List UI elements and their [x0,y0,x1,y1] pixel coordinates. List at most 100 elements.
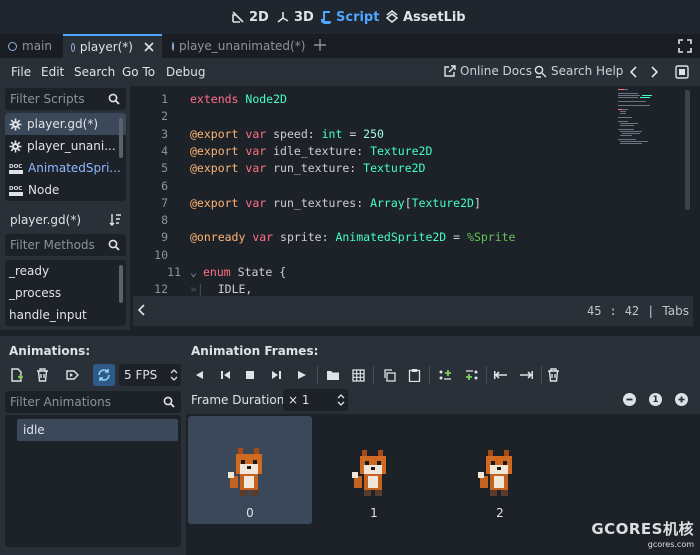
script-list-panel: Filter Scripts player.gd(*) player_unani… [0,86,130,330]
fps-spinbox[interactable]: 5 FPS [119,364,181,386]
filter-animations-placeholder: Filter Animations [10,395,111,409]
script-list-scrollbar[interactable] [119,118,123,158]
gear-icon [9,140,22,153]
workspace-2d-button[interactable]: 2D [231,7,269,27]
animation-item-idle[interactable]: idle [17,419,178,441]
add-tab-icon[interactable] [313,38,327,52]
online-docs-label: Online Docs [460,64,532,78]
menu-debug[interactable]: Debug [166,65,205,79]
workspace-3d-button[interactable]: 3D [276,7,314,27]
history-back-icon[interactable] [630,66,638,78]
spin-arrows-icon [170,368,178,382]
zoom-out-icon[interactable] [623,393,636,406]
code-line: 6 [133,179,613,196]
copy-frame-icon[interactable] [380,366,398,384]
filter-methods-placeholder: Filter Methods [10,238,95,252]
code-minimap[interactable] [616,86,686,166]
online-docs-button[interactable]: Online Docs [443,64,532,78]
filter-methods-input[interactable]: Filter Methods [5,234,126,256]
search-icon [108,93,120,105]
autoplay-icon[interactable] [63,366,81,384]
close-icon[interactable] [144,42,154,52]
delete-frame-icon[interactable] [544,366,562,384]
script-item-label: AnimatedSpri... [28,161,121,175]
tab-player[interactable]: player(*) [63,34,162,58]
2d-icon [231,10,245,24]
code-line: 2 [133,109,613,126]
move-frame-right-icon[interactable] [517,366,535,384]
script-item-animatedsprite[interactable]: DOC AnimatedSpri... [5,157,126,179]
code-line: 1 extends Node2D [133,92,613,109]
method-list-scrollbar[interactable] [119,265,123,303]
toolbar-divider [429,366,430,384]
insert-frame-before-icon[interactable] [436,366,454,384]
frame-duration-value: × 1 [288,393,310,407]
workspace-script-button[interactable]: Script [320,7,379,27]
zoom-in-icon[interactable] [675,393,688,406]
zoom-reset-button[interactable]: 1 [649,393,662,406]
filter-animations-input[interactable]: Filter Animations [5,391,181,413]
tab-main[interactable]: main [0,34,63,58]
doc-icon: DOC [9,162,23,175]
toolbar-divider [317,366,318,384]
stop-icon[interactable] [241,366,259,384]
menu-edit[interactable]: Edit [41,65,64,79]
line-number: 5 [161,161,168,176]
script-list: player.gd(*) player_unani... DOC Animate… [5,113,126,201]
code-line: 12 »| IDLE, [133,282,613,296]
tab-player-label: player(*) [79,40,133,54]
script-item-node[interactable]: DOC Node [5,179,126,201]
play-icon[interactable] [293,366,311,384]
code-editor[interactable]: 1 extends Node2D 2 3 @export var speed: in… [133,86,693,296]
search-help-button[interactable]: Search Help [534,64,623,78]
script-circle-icon [172,41,174,51]
delete-animation-icon[interactable] [33,366,51,384]
play-from-start-icon[interactable] [267,366,285,384]
add-animation-icon[interactable] [8,366,26,384]
fold-arrow-icon[interactable]: ⌄ [190,265,203,279]
sort-icon[interactable] [109,213,122,226]
float-window-icon[interactable] [675,65,689,79]
editor-scrollbar[interactable] [685,90,690,210]
tab-playe-unanimated[interactable]: playe_unanimated(*) [164,34,305,58]
workspace-2d-label: 2D [249,9,269,25]
toolbar-divider [486,366,487,384]
line-number: 1 [161,92,168,106]
script-item-player[interactable]: player.gd(*) [5,113,126,135]
toggle-panel-icon[interactable] [138,304,146,316]
method-item[interactable]: _process [5,282,126,304]
editor-status-bar: 45 : 42 | Tabs [133,296,693,326]
menu-search[interactable]: Search [74,65,115,79]
current-script-name: player.gd(*) [5,209,100,231]
history-forward-icon[interactable] [650,66,658,78]
search-help-label: Search Help [551,64,624,78]
load-frames-folder-icon[interactable] [324,366,342,384]
menu-goto[interactable]: Go To [122,65,155,79]
cursor-line: 45 [587,304,602,318]
watermark-url: gcores.com [647,540,694,549]
line-number: 2 [161,109,168,124]
code-line: 11 ⌄ enum State { [133,265,613,282]
play-backwards-from-end-icon[interactable] [216,366,234,384]
workspace-assetlib-button[interactable]: AssetLib [385,7,466,27]
toolbar-divider [373,366,374,384]
3d-icon [276,10,290,24]
load-sprite-sheet-icon[interactable] [349,366,367,384]
frame-duration-spinbox[interactable]: × 1 [283,389,348,411]
method-item[interactable]: _ready [5,260,126,282]
distraction-free-icon[interactable] [678,39,692,53]
fox-sprite-image [476,448,522,500]
move-frame-left-icon[interactable] [492,366,510,384]
indent-mode[interactable]: Tabs [662,304,689,318]
play-backwards-icon[interactable] [190,366,208,384]
filter-scripts-input[interactable]: Filter Scripts [5,88,126,110]
workspace-bar: 2D 3D Script AssetLib [0,0,700,34]
loop-toggle-button[interactable] [93,364,115,386]
external-link-icon [443,64,456,78]
paste-frame-icon[interactable] [405,366,423,384]
method-item[interactable]: handle_input [5,304,126,326]
menu-file[interactable]: File [11,65,31,79]
insert-frame-after-icon[interactable] [462,366,480,384]
code-line: 5 @export var run_texture: Texture2D [133,161,613,178]
script-item-player-unanimated[interactable]: player_unani... [5,135,126,157]
